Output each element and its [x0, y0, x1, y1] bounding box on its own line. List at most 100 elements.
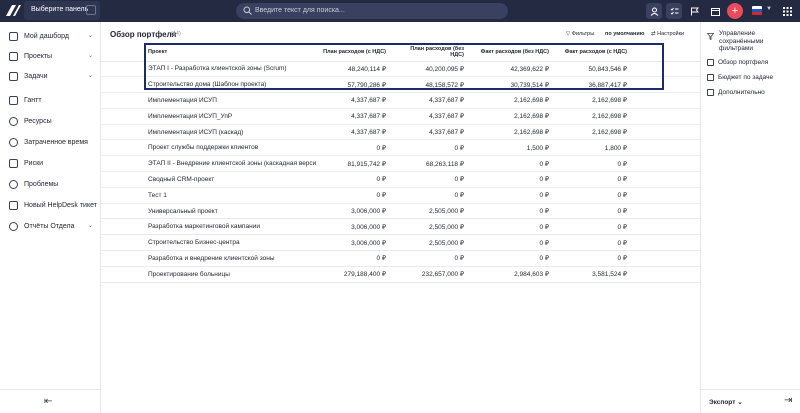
portfolio-table: Проект План расходов (с НДС) План расход… [101, 43, 700, 283]
sidebar-item-projects[interactable]: Проекты ⌄ [0, 48, 101, 66]
flag-icon[interactable] [686, 3, 702, 19]
amount-cell: 0 ₽ [396, 171, 474, 188]
amount-cell: 232,657,000 ₽ [396, 266, 474, 283]
amount-cell: 0 ₽ [396, 187, 474, 204]
chevron-down-icon: ⌄ [88, 33, 94, 39]
column-header[interactable]: Проект [144, 43, 316, 62]
table-row[interactable]: Тест 10 ₽0 ₽0 ₽0 ₽ [101, 187, 700, 204]
saved-filter-label: Обзор портфеля [718, 59, 769, 67]
project-name-cell[interactable]: Разработка маркетинговой кампании [144, 218, 316, 236]
chevron-down-icon[interactable]: ▼ [766, 6, 772, 12]
amount-cell: 48,158,572 ₽ [396, 76, 474, 94]
filter-icon [706, 33, 715, 41]
sidebar-item-tasks[interactable]: Задачи ⌄ [0, 68, 101, 86]
resources-icon [9, 117, 18, 126]
table-row[interactable]: Проектирование больницы 279,188,400 ₽232,… [101, 266, 700, 283]
table-row[interactable]: Разработка и внедрение клиентской зоны 0 … [101, 250, 700, 267]
amount-cell: 4,337,687 ₽ [316, 108, 396, 125]
amount-cell: 0 ₽ [559, 187, 637, 204]
sidebar-item-helpdesk[interactable]: Новый HelpDesk тикет [0, 197, 101, 215]
ticket-icon [9, 201, 18, 210]
plus-square-icon [707, 89, 714, 96]
table-row[interactable]: Имплементация ИСУП 4,337,687 ₽4,337,687 ₽… [101, 92, 700, 109]
table-row[interactable]: Универсальный проект 3,006,000 ₽2,505,000… [101, 203, 700, 220]
project-name-cell[interactable]: Универсальный проект [144, 203, 316, 220]
amount-cell: 36,887,417 ₽ [559, 76, 637, 94]
tasks-check-icon[interactable] [666, 3, 682, 19]
column-header[interactable]: План расходов (с НДС) [316, 43, 396, 62]
project-name-cell[interactable]: Проектирование больницы [144, 266, 316, 283]
language-flag-icon[interactable] [752, 6, 762, 15]
filters-label: Фильтры [571, 31, 595, 37]
add-plus-button[interactable]: + [727, 3, 743, 19]
project-count: (14) [171, 31, 181, 37]
top-bar: Выберите панель Введите текст для поиска… [0, 0, 800, 22]
default-filter-label[interactable]: по умолчанию [605, 31, 644, 37]
chevron-down-icon: ⌄ [88, 73, 94, 79]
amount-cell: 0 ₽ [559, 250, 637, 267]
project-name-cell[interactable]: Проект службы поддержки клиентов [144, 139, 316, 157]
table-row[interactable]: Строительство Бизнес-центра 3,006,000 ₽2,… [101, 234, 700, 252]
table-row[interactable]: Имплементация ИСУП_УпР 4,337,687 ₽4,337,6… [101, 108, 700, 125]
sidebar-item-resources[interactable]: Ресурсы [0, 113, 101, 131]
table-row[interactable]: Проект службы поддержки клиентов 0 ₽0 ₽1,… [101, 139, 700, 157]
sidebar-item-label: Затраченное время [24, 139, 88, 146]
table-row[interactable]: Разработка маркетинговой кампании 3,006,0… [101, 218, 700, 236]
collapse-panel-icon[interactable]: ⇥ [784, 395, 792, 406]
project-name-cell[interactable]: Имплементация ИСУП (каскад) [144, 124, 316, 141]
table-row[interactable]: ЭТАП II - Внедрение клиентской зоны (кас… [101, 155, 700, 173]
task-icon [9, 72, 18, 81]
sidebar-item-dashboard[interactable]: Мой дашборд ⌄ [0, 28, 101, 46]
user-icon[interactable] [646, 3, 662, 19]
additional-label: Дополнительно [718, 89, 765, 97]
saved-filter-budget[interactable]: Бюджет по задаче [707, 74, 773, 81]
sidebar-item-time-spent[interactable]: Затраченное время [0, 134, 101, 152]
sidebar-footer: ⇤ [0, 389, 101, 413]
project-name-cell[interactable]: Имплементация ИСУП_УпР [144, 108, 316, 125]
table-row[interactable]: Имплементация ИСУП (каскад) 4,337,687 ₽4,… [101, 124, 700, 141]
settings-label: Настройки [657, 31, 685, 37]
search-icon [243, 6, 252, 15]
project-name-cell[interactable]: ЭТАП II - Внедрение клиентской зоны (кас… [144, 155, 316, 173]
sidebar-item-label: Отчёты Отдела [24, 223, 75, 230]
sidebar-item-gantt[interactable]: Гантт [0, 92, 101, 110]
additional-button[interactable]: Дополнительно [707, 89, 765, 96]
amount-cell: 0 ₽ [474, 234, 559, 252]
collapse-sidebar-icon[interactable]: ⇤ [44, 396, 52, 407]
filter-saved-icon [707, 59, 714, 66]
project-name-cell[interactable]: ЭТАП I - Разработка клиентской зоны (Scr… [144, 61, 316, 78]
filters-button[interactable]: ▽ Фильтры [566, 31, 594, 37]
project-name-cell[interactable]: Разработка и внедрение клиентской зоны [144, 250, 316, 267]
calendar-icon[interactable] [707, 3, 723, 19]
saved-filter-portfolio[interactable]: Обзор портфеля [707, 59, 768, 66]
sidebar-item-label: Гантт [24, 97, 42, 104]
amount-cell: 0 ₽ [474, 171, 559, 188]
amount-cell: 0 ₽ [559, 234, 637, 252]
chevron-updown-icon [86, 5, 96, 15]
project-name-cell[interactable]: Строительство Бизнес-центра [144, 234, 316, 252]
export-button[interactable]: Экспорт ⌄ [709, 398, 743, 406]
amount-cell: 2,505,000 ₽ [396, 203, 474, 220]
table-row[interactable]: Строительство дома (Шаблон проекта) 57,79… [101, 76, 700, 94]
column-header[interactable]: Факт расходов (с НДС) [559, 43, 637, 62]
amount-cell: 40,200,095 ₽ [396, 61, 474, 78]
project-name-cell[interactable]: Тест 1 [144, 187, 316, 204]
project-name-cell[interactable]: Сводный CRM-проект [144, 171, 316, 188]
panel-select[interactable]: Выберите панель [24, 1, 100, 20]
amount-cell: 2,162,698 ₽ [474, 108, 559, 125]
table-row[interactable]: Сводный CRM-проект 0 ₽0 ₽0 ₽0 ₽ [101, 171, 700, 188]
project-name-cell[interactable]: Строительство дома (Шаблон проекта) [144, 76, 316, 94]
sidebar-item-risks[interactable]: Риски [0, 155, 101, 173]
table-row[interactable]: ЭТАП I - Разработка клиентской зоны (Scr… [101, 61, 700, 78]
project-name-cell[interactable]: Имплементация ИСУП [144, 92, 316, 109]
column-header[interactable]: План расходов (без НДС) [396, 43, 474, 62]
chevron-down-icon: ⌄ [88, 53, 94, 59]
sidebar-item-reports[interactable]: Отчёты Отдела ⌄ [0, 218, 101, 236]
settings-button[interactable]: ⇄ Настройки [651, 31, 684, 37]
sidebar-item-problems[interactable]: Проблемы [0, 176, 101, 194]
app-logo-icon[interactable] [5, 3, 22, 18]
search-input[interactable]: Введите текст для поиска... [236, 3, 508, 19]
main-content: Обзор портфеля (14) ▽ Фильтры по умолчан… [101, 22, 700, 413]
apps-grid-icon[interactable] [779, 3, 795, 19]
column-header[interactable]: Факт расходов (без НДС) [474, 43, 559, 62]
